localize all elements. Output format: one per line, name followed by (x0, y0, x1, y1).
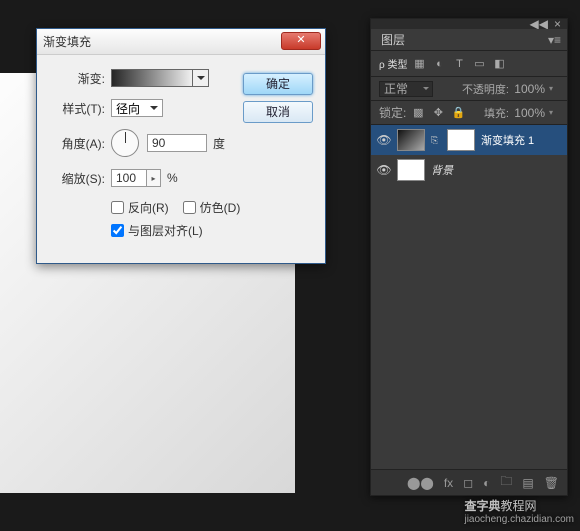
filter-pixel-icon[interactable]: ▦ (411, 57, 427, 71)
gradient-swatch[interactable] (111, 69, 193, 87)
close-button[interactable]: ✕ (281, 32, 321, 50)
layer-thumbnail[interactable] (397, 159, 425, 181)
panel-menu-icon[interactable]: ▾≡ (548, 33, 561, 47)
align-check-input[interactable] (111, 224, 124, 237)
dialog-titlebar[interactable]: 渐变填充 ✕ (37, 29, 325, 55)
layer-filter-row: ρ 类型 ▦ ◐ T ▭ ◧ (371, 51, 567, 77)
lock-all-icon[interactable]: 🔒 (450, 106, 466, 120)
gradient-label: 渐变: (47, 70, 105, 87)
angle-input[interactable] (147, 134, 207, 152)
dither-check-input[interactable] (183, 201, 196, 214)
scale-input[interactable] (111, 169, 147, 187)
angle-label: 角度(A): (47, 135, 105, 152)
style-select[interactable]: 径向 (111, 99, 163, 117)
lock-position-icon[interactable]: ✥ (430, 106, 446, 120)
scale-unit: % (167, 171, 178, 185)
layer-name[interactable]: 渐变填充 1 (481, 132, 534, 148)
fill-label: 填充: (484, 105, 509, 121)
reverse-label: 反向(R) (128, 199, 169, 216)
blend-mode-select[interactable]: 正常 (379, 81, 433, 97)
mask-thumbnail[interactable] (447, 129, 475, 151)
layer-list: 👁 ⎘ 渐变填充 1 👁 背景 (371, 125, 567, 469)
adjustment-icon[interactable]: ◐ (483, 476, 490, 490)
align-label: 与图层对齐(L) (128, 222, 203, 239)
lock-row: 锁定: ▩ ✥ 🔒 填充: 100% ▾ (371, 101, 567, 125)
dialog-title: 渐变填充 (43, 33, 91, 50)
layer-thumbnail[interactable] (397, 129, 425, 151)
layer-name[interactable]: 背景 (431, 162, 453, 178)
group-icon[interactable]: 🗀 (500, 472, 512, 493)
mask-icon[interactable]: ◻ (463, 476, 473, 490)
panel-footer: ⬤⬤ fx ◻ ◐ 🗀 ▤ 🗑 (371, 469, 567, 495)
watermark: 查字典教程网 jiaocheng.chazidian.com (464, 497, 574, 525)
link-icon: ⎘ (431, 135, 441, 146)
layers-panel: ◀◀ × 图层 ▾≡ ρ 类型 ▦ ◐ T ▭ ◧ 正常 不透明度: 100% … (370, 18, 568, 496)
blend-row: 正常 不透明度: 100% ▾ (371, 77, 567, 101)
filter-kind-label[interactable]: ρ 类型 (379, 57, 407, 71)
fill-arrow-icon[interactable]: ▾ (549, 108, 559, 117)
lock-label: 锁定: (379, 104, 406, 121)
angle-dial[interactable] (111, 129, 139, 157)
filter-smart-icon[interactable]: ◧ (491, 57, 507, 71)
reverse-check-input[interactable] (111, 201, 124, 214)
filter-type-icon[interactable]: T (451, 57, 467, 71)
panel-tab-label: 图层 (381, 31, 405, 48)
visibility-icon[interactable]: 👁 (377, 163, 391, 177)
blend-mode-value: 正常 (384, 80, 408, 97)
delete-icon[interactable]: 🗑 (544, 476, 559, 490)
opacity-arrow-icon[interactable]: ▾ (549, 84, 559, 93)
dither-checkbox[interactable]: 仿色(D) (183, 199, 241, 216)
fx-icon[interactable]: fx (444, 476, 453, 490)
scale-stepper[interactable]: ▸ (147, 169, 161, 187)
gradient-fill-dialog: 渐变填充 ✕ 渐变: 样式(T): 径向 角度(A): 度 缩放(S): ▸ % (36, 28, 326, 264)
layer-row[interactable]: 👁 ⎘ 渐变填充 1 (371, 125, 567, 155)
layer-row[interactable]: 👁 背景 (371, 155, 567, 185)
style-value: 径向 (116, 100, 140, 117)
lock-pixels-icon[interactable]: ▩ (410, 106, 426, 120)
angle-unit: 度 (213, 135, 225, 152)
align-checkbox[interactable]: 与图层对齐(L) (111, 222, 203, 239)
fill-value[interactable]: 100% (513, 106, 545, 120)
scale-label: 缩放(S): (47, 170, 105, 187)
panel-collapse-bar[interactable]: ◀◀ × (371, 19, 567, 29)
style-label: 样式(T): (47, 100, 105, 117)
opacity-label: 不透明度: (462, 81, 509, 97)
panel-tab-layers[interactable]: 图层 ▾≡ (371, 29, 567, 51)
gradient-picker-arrow[interactable] (193, 69, 209, 87)
reverse-checkbox[interactable]: 反向(R) (111, 199, 169, 216)
ok-button[interactable]: 确定 (243, 73, 313, 95)
visibility-icon[interactable]: 👁 (377, 133, 391, 147)
dither-label: 仿色(D) (200, 199, 241, 216)
filter-adjust-icon[interactable]: ◐ (431, 57, 447, 71)
opacity-value[interactable]: 100% (513, 82, 545, 96)
filter-shape-icon[interactable]: ▭ (471, 57, 487, 71)
link-layers-icon[interactable]: ⬤⬤ (407, 476, 434, 490)
cancel-button[interactable]: 取消 (243, 101, 313, 123)
new-layer-icon[interactable]: ▤ (522, 476, 533, 490)
